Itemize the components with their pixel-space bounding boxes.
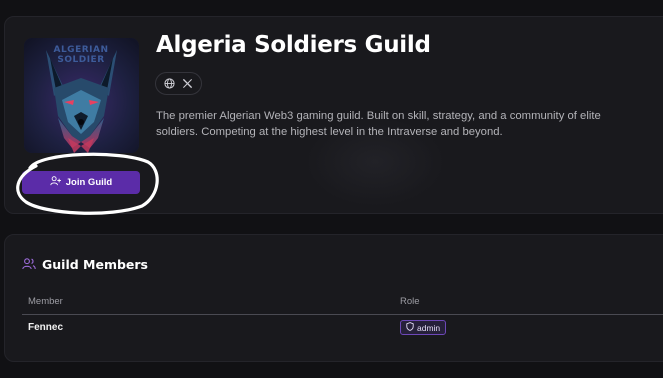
table-divider (22, 314, 663, 315)
avatar-text: ALGERIAN (53, 45, 108, 55)
column-header-member: Member (28, 296, 63, 307)
x-icon[interactable] (182, 78, 193, 89)
users-icon (22, 255, 36, 274)
guild-avatar: ALGERIAN SOLDIER (24, 38, 139, 153)
guild-members-card (4, 234, 663, 362)
guild-members-title: Guild Members (42, 257, 148, 272)
guild-members-header: Guild Members (22, 255, 148, 274)
guild-page: ALGERIAN SOLDIER Algeria Soldiers Guild (0, 0, 663, 378)
join-guild-button[interactable]: Join Guild (22, 171, 140, 194)
globe-icon[interactable] (164, 78, 175, 89)
social-links (155, 72, 202, 95)
guild-description: The premier Algerian Web3 gaming guild. … (156, 110, 601, 138)
role-label: admin (417, 322, 441, 333)
guild-title: Algeria Soldiers Guild (156, 32, 431, 58)
svg-text:SOLDIER: SOLDIER (57, 55, 104, 65)
member-name: Fennec (28, 322, 64, 333)
add-user-icon (50, 176, 61, 189)
column-header-role: Role (400, 296, 420, 307)
role-badge: admin (400, 320, 447, 335)
join-guild-label: Join Guild (65, 177, 113, 188)
shield-icon (406, 322, 414, 333)
